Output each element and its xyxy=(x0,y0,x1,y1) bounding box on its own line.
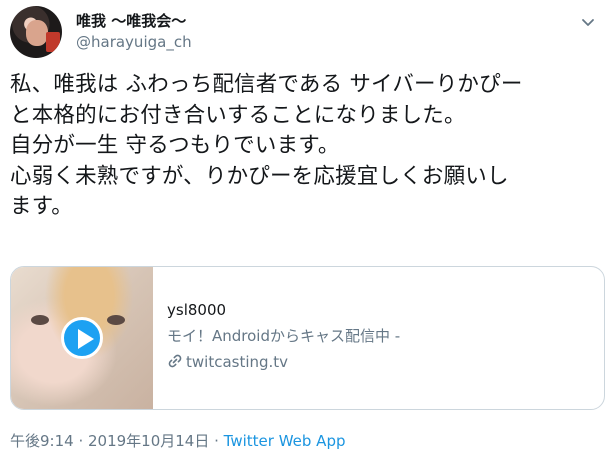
tweet-line: 私、唯我は ふわっち配信者である サイバーりかぴー xyxy=(10,72,523,97)
tweet-text: 私、唯我は ふわっち配信者である サイバーりかぴー と本格的にお付き合いすること… xyxy=(10,70,606,223)
link-icon xyxy=(168,354,182,368)
tweet-header: 唯我 〜唯我会〜 @harayuiga_ch xyxy=(10,6,602,62)
card-domain: twitcasting.tv xyxy=(167,353,288,371)
tweet-time[interactable]: 午後9:14 xyxy=(10,432,74,450)
meta-separator: · xyxy=(209,432,224,450)
tweet-date[interactable]: 2019年10月14日 xyxy=(88,432,209,450)
card-title: ysl8000 xyxy=(167,301,227,319)
avatar[interactable] xyxy=(10,6,62,58)
tweet-line: と本格的にお付き合いすることになりました。 xyxy=(10,102,466,128)
meta-separator: · xyxy=(73,432,88,450)
user-handle[interactable]: @harayuiga_ch xyxy=(76,33,192,51)
tweet-meta: 午後9:14 · 2019年10月14日 · Twitter Web App xyxy=(10,430,346,451)
card-thumbnail[interactable] xyxy=(11,267,153,409)
play-icon[interactable] xyxy=(61,317,103,359)
card-description: モイ！Androidからキャス配信中 - xyxy=(167,327,401,345)
chevron-down-icon[interactable] xyxy=(578,12,598,32)
display-name[interactable]: 唯我 〜唯我会〜 xyxy=(76,10,186,31)
tweet-line: 心弱く未熟ですが、りかぴーを応援宜しくお願いし xyxy=(10,163,509,189)
link-card[interactable]: ysl8000 モイ！Androidからキャス配信中 - twitcasting… xyxy=(10,266,605,410)
tweet-line: 自分が一生 守るつもりでいます。 xyxy=(10,133,340,158)
card-domain-text: twitcasting.tv xyxy=(186,353,289,371)
source-app-link[interactable]: Twitter Web App xyxy=(224,432,346,450)
tweet-line: ます。 xyxy=(10,194,73,219)
